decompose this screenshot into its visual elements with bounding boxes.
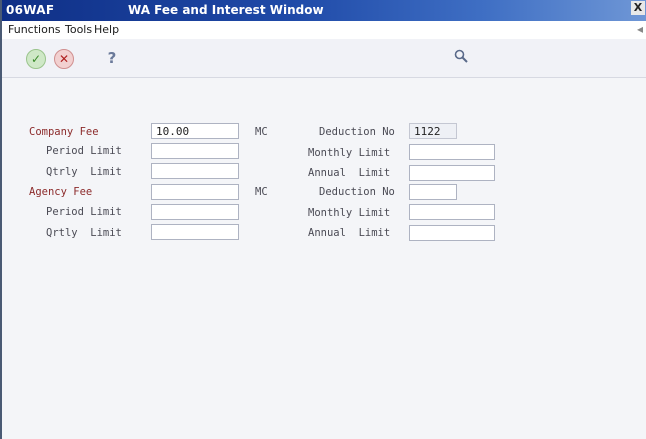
- agency-period-limit-label: Period Limit: [46, 206, 122, 218]
- agency-deduction-field[interactable]: [409, 184, 457, 200]
- fee-form: Company Fee 10.00 MC Deduction No 1122 P…: [2, 78, 646, 439]
- company-deduction-label: Deduction No: [319, 126, 395, 138]
- company-annual-limit-field[interactable]: [409, 165, 495, 181]
- agency-deduction-label: Deduction No: [319, 186, 395, 198]
- menu-functions[interactable]: Functions: [8, 23, 61, 36]
- company-fee-label: Company Fee: [29, 126, 99, 138]
- agency-period-limit-field[interactable]: [151, 204, 239, 220]
- company-annual-limit-label: Annual Limit: [308, 167, 391, 179]
- menu-help[interactable]: Help: [94, 23, 119, 36]
- agency-fee-field[interactable]: [151, 184, 239, 200]
- menu-bar: Functions Tools Help ◂: [2, 21, 646, 40]
- pin-icon[interactable]: ◂: [637, 22, 643, 36]
- toolbar: ✓ ✕ ?: [2, 39, 646, 78]
- search-icon[interactable]: [452, 49, 470, 67]
- company-fee-field[interactable]: 10.00: [151, 123, 239, 139]
- company-qtrly-limit-field[interactable]: [151, 163, 239, 179]
- company-monthly-limit-field[interactable]: [409, 144, 495, 160]
- help-icon[interactable]: ?: [106, 49, 118, 67]
- agency-qrtly-limit-field[interactable]: [151, 224, 239, 240]
- agency-annual-limit-field[interactable]: [409, 225, 495, 241]
- agency-fee-code: MC: [255, 186, 268, 198]
- close-icon[interactable]: X: [631, 1, 645, 15]
- title-bar[interactable]: 06WAF WA Fee and Interest Window X: [2, 0, 646, 21]
- window-title: WA Fee and Interest Window: [128, 3, 324, 17]
- agency-fee-label: Agency Fee: [29, 186, 93, 198]
- company-period-limit-field[interactable]: [151, 143, 239, 159]
- form-id: 06WAF: [6, 3, 55, 17]
- company-fee-code: MC: [255, 126, 268, 138]
- form-window: 06WAF WA Fee and Interest Window X Funct…: [0, 0, 646, 439]
- company-period-limit-label: Period Limit: [46, 145, 122, 157]
- agency-monthly-limit-label: Monthly Limit: [308, 207, 391, 219]
- company-qtrly-limit-label: Qtrly Limit: [46, 166, 122, 178]
- search-icon-graphic: [454, 49, 468, 63]
- company-monthly-limit-label: Monthly Limit: [308, 147, 391, 159]
- agency-annual-limit-label: Annual Limit: [308, 227, 391, 239]
- agency-monthly-limit-field[interactable]: [409, 204, 495, 220]
- company-deduction-field[interactable]: 1122: [409, 123, 457, 139]
- menu-tools[interactable]: Tools: [65, 23, 92, 36]
- check-icon[interactable]: ✓: [26, 49, 46, 69]
- cancel-icon[interactable]: ✕: [54, 49, 74, 69]
- agency-qrtly-limit-label: Qrtly Limit: [46, 227, 122, 239]
